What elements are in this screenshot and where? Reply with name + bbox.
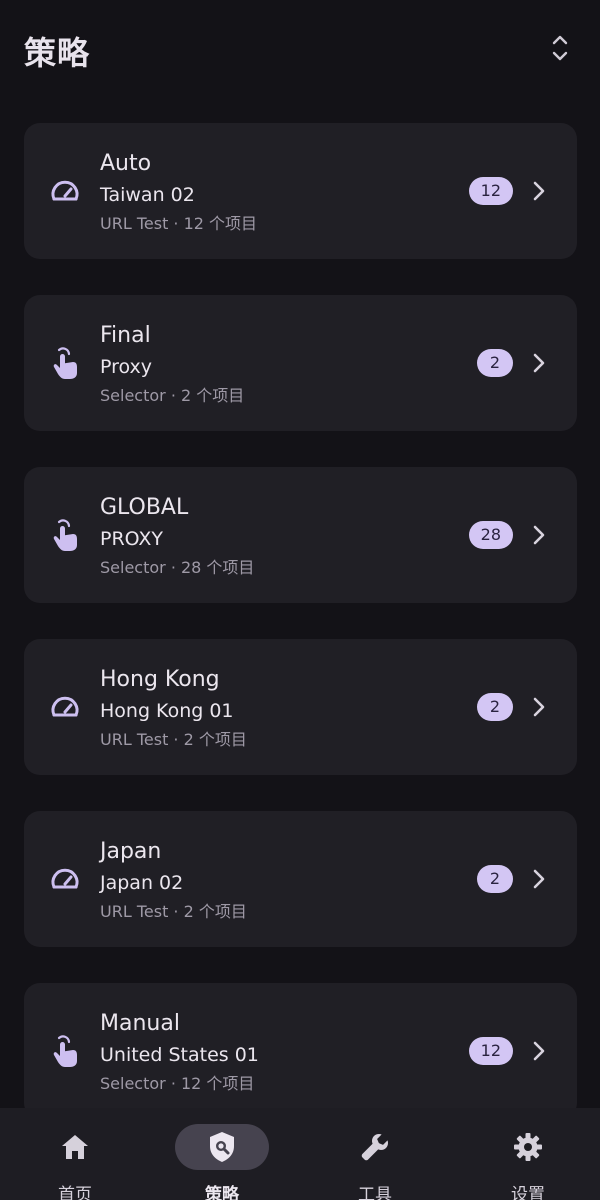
chevron-right-icon bbox=[529, 867, 549, 891]
nav-item-policies[interactable]: 策略 bbox=[147, 1108, 297, 1200]
item-count-badge: 12 bbox=[468, 1037, 513, 1065]
group-meta: Selector · 28 个项目 bbox=[100, 558, 255, 577]
tap-hand-icon bbox=[48, 346, 82, 380]
item-count-badge: 2 bbox=[477, 693, 513, 721]
selected-node: Hong Kong 01 bbox=[100, 700, 234, 722]
item-count-badge: 12 bbox=[468, 177, 513, 205]
sort-button[interactable] bbox=[540, 28, 580, 68]
group-name: Auto bbox=[100, 151, 152, 176]
group-meta: URL Test · 12 个项目 bbox=[100, 214, 258, 233]
bottom-navigation-bar: 首页 策略 工具 设置 bbox=[0, 1108, 600, 1200]
policy-group-card[interactable]: Manual United States 01 Selector · 12 个项… bbox=[24, 983, 577, 1119]
group-name: Hong Kong bbox=[100, 667, 220, 692]
chevron-right-icon bbox=[529, 351, 549, 375]
nav-label: 策略 bbox=[205, 1185, 239, 1200]
gear-icon bbox=[514, 1133, 542, 1161]
nav-label: 工具 bbox=[358, 1185, 392, 1200]
selected-node: Japan 02 bbox=[100, 872, 184, 894]
home-icon bbox=[62, 1135, 88, 1159]
nav-label: 首页 bbox=[58, 1185, 92, 1200]
group-meta: Selector · 2 个项目 bbox=[100, 386, 245, 405]
chevron-right-icon bbox=[529, 179, 549, 203]
item-count-badge: 2 bbox=[477, 349, 513, 377]
unfold-icon bbox=[552, 35, 568, 61]
group-meta: Selector · 12 个项目 bbox=[100, 1074, 255, 1093]
policy-group-list: Auto Taiwan 02 URL Test · 12 个项目 12 Fina… bbox=[24, 123, 577, 1155]
tap-hand-icon bbox=[48, 1034, 82, 1068]
shield-search-icon bbox=[210, 1132, 234, 1162]
policy-group-card[interactable]: Final Proxy Selector · 2 个项目 2 bbox=[24, 295, 577, 431]
speedometer-icon bbox=[48, 690, 82, 724]
nav-item-tools[interactable]: 工具 bbox=[300, 1108, 450, 1200]
selected-node: Taiwan 02 bbox=[100, 184, 195, 206]
selected-node: Proxy bbox=[100, 356, 153, 378]
policy-group-card[interactable]: Auto Taiwan 02 URL Test · 12 个项目 12 bbox=[24, 123, 577, 259]
group-meta: URL Test · 2 个项目 bbox=[100, 902, 247, 921]
speedometer-icon bbox=[48, 862, 82, 896]
group-name: Japan bbox=[100, 839, 162, 864]
group-meta: URL Test · 2 个项目 bbox=[100, 730, 247, 749]
item-count-badge: 28 bbox=[468, 521, 513, 549]
group-name: GLOBAL bbox=[100, 495, 189, 520]
chevron-right-icon bbox=[529, 1039, 549, 1063]
group-name: Final bbox=[100, 323, 151, 348]
chevron-right-icon bbox=[529, 695, 549, 719]
nav-item-home[interactable]: 首页 bbox=[0, 1108, 150, 1200]
nav-label: 设置 bbox=[511, 1185, 545, 1200]
group-name: Manual bbox=[100, 1011, 180, 1036]
page-title: 策略 bbox=[24, 34, 91, 72]
chevron-right-icon bbox=[529, 523, 549, 547]
item-count-badge: 2 bbox=[477, 865, 513, 893]
tap-hand-icon bbox=[48, 518, 82, 552]
selected-node: United States 01 bbox=[100, 1044, 259, 1066]
wrench-icon bbox=[361, 1134, 388, 1161]
policy-group-card[interactable]: Hong Kong Hong Kong 01 URL Test · 2 个项目 … bbox=[24, 639, 577, 775]
speedometer-icon bbox=[48, 174, 82, 208]
nav-item-settings[interactable]: 设置 bbox=[453, 1108, 600, 1200]
policy-group-card[interactable]: GLOBAL PROXY Selector · 28 个项目 28 bbox=[24, 467, 577, 603]
selected-node: PROXY bbox=[100, 528, 164, 550]
active-indicator bbox=[175, 1124, 269, 1170]
policies-screen: 策略 Auto Taiwan 02 URL Test · 12 个项目 12 F… bbox=[0, 0, 600, 1200]
top-app-bar: 策略 bbox=[0, 0, 600, 100]
policy-group-card[interactable]: Japan Japan 02 URL Test · 2 个项目 2 bbox=[24, 811, 577, 947]
